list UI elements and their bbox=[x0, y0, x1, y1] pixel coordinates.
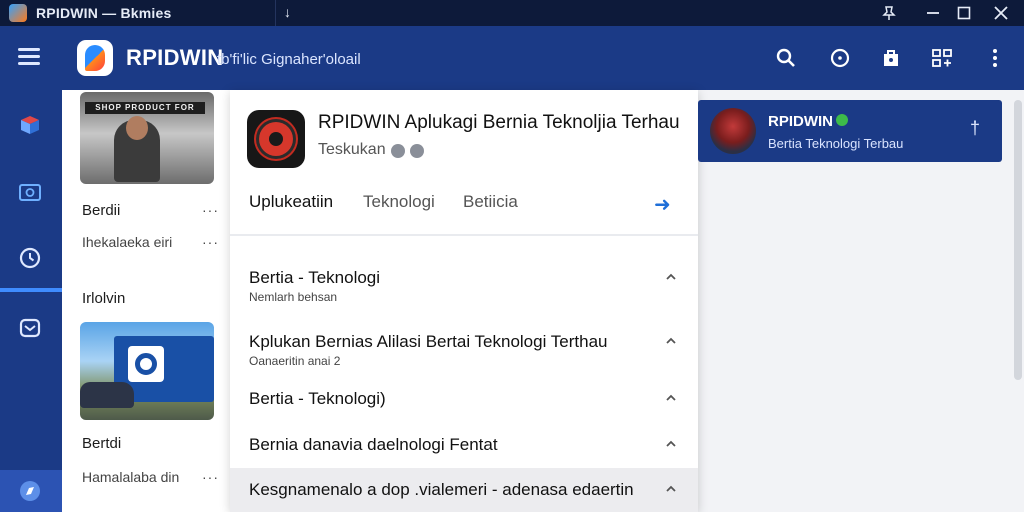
history-icon[interactable] bbox=[17, 245, 43, 271]
news-thumbnail[interactable]: SHOP PRODUCT FOR bbox=[80, 92, 214, 184]
maximize-button[interactable] bbox=[951, 1, 977, 25]
section-title: Irlolvin bbox=[82, 290, 126, 307]
card-title[interactable]: Bertdi bbox=[82, 435, 121, 452]
grid-icon[interactable] bbox=[930, 46, 954, 70]
brand-tagline: tb'fi'lic Gignaher'oloail bbox=[217, 51, 361, 68]
inbox-icon[interactable] bbox=[17, 315, 43, 341]
download-icon[interactable]: ↓ bbox=[284, 4, 291, 20]
pin-icon[interactable]: † bbox=[970, 118, 980, 139]
panel-title: RPIDWIN Aplukagi Bernia Teknoljia Terhau bbox=[318, 112, 680, 133]
verified-icon bbox=[391, 144, 405, 158]
channel-panel: RPIDWIN Aplukagi Bernia Teknoljia Terhau… bbox=[230, 90, 698, 512]
close-button[interactable] bbox=[988, 1, 1014, 25]
card-subtitle: Ihekalaeka eiri bbox=[82, 234, 173, 250]
tab-uplukeatiin[interactable]: Uplukeatiin bbox=[249, 192, 333, 212]
info-icon[interactable] bbox=[410, 144, 424, 158]
clock-icon[interactable] bbox=[828, 46, 852, 70]
more-horiz-icon[interactable]: ··· bbox=[202, 469, 219, 485]
chevron-up-icon[interactable] bbox=[664, 482, 678, 496]
news-card-list: SHOP PRODUCT FOR Berdii ··· Ihekalaeka e… bbox=[62, 90, 230, 512]
nav-active-indicator bbox=[0, 288, 62, 292]
more-horiz-icon[interactable]: ··· bbox=[202, 234, 219, 250]
more-horiz-icon[interactable]: ··· bbox=[202, 202, 219, 218]
divider bbox=[230, 234, 698, 236]
card-title[interactable]: Berdii bbox=[82, 202, 120, 219]
pin-icon[interactable] bbox=[876, 1, 902, 25]
chevron-up-icon[interactable] bbox=[664, 437, 678, 451]
cube-icon[interactable] bbox=[17, 112, 43, 138]
tab-teknologi[interactable]: Teknologi bbox=[363, 192, 435, 212]
brand-logo[interactable] bbox=[77, 40, 113, 76]
panel-tabs: Uplukeatiin Teknologi Betiicia ➜ bbox=[230, 190, 698, 236]
notification-title: RPIDWIN bbox=[768, 113, 833, 130]
list-item-title: Kesgnamenalo a dop .vialemeri - adenasa … bbox=[249, 480, 634, 499]
bag-icon[interactable] bbox=[879, 46, 903, 70]
arrow-right-icon[interactable]: ➜ bbox=[654, 192, 671, 217]
notification-card[interactable]: RPIDWIN Bertia Teknologi Terbau † bbox=[698, 100, 1002, 162]
scrollbar[interactable] bbox=[1014, 100, 1022, 380]
chevron-up-icon[interactable] bbox=[664, 334, 678, 348]
app-logo-icon bbox=[9, 4, 27, 22]
search-icon[interactable] bbox=[774, 46, 798, 70]
screen-icon[interactable] bbox=[17, 180, 43, 206]
card-subtitle: Hamalalaba din bbox=[82, 469, 180, 485]
nav-rail bbox=[0, 90, 62, 512]
avatar bbox=[710, 108, 756, 154]
minimize-button[interactable] bbox=[920, 1, 946, 25]
more-vert-icon[interactable] bbox=[983, 46, 1007, 70]
chevron-up-icon[interactable] bbox=[664, 270, 678, 284]
list-item-title: Bertia - Teknologi bbox=[249, 268, 381, 287]
app-header: RPIDWIN tb'fi'lic Gignaher'oloail bbox=[0, 26, 1024, 90]
explore-button[interactable] bbox=[0, 470, 62, 512]
news-thumbnail[interactable] bbox=[80, 322, 214, 420]
list-item-title: Bernia danavia daelnologi Fentat bbox=[249, 435, 498, 454]
chevron-up-icon[interactable] bbox=[664, 391, 678, 405]
list-item[interactable]: Kesgnamenalo a dop .vialemeri - adenasa … bbox=[230, 468, 698, 512]
list-item-title: Kplukan Bernias Alilasi Bertai Teknologi… bbox=[249, 332, 608, 351]
verified-icon bbox=[836, 114, 848, 126]
list-item-subtitle: Nemlarh behsan bbox=[249, 290, 338, 304]
panel-subtitle: Teskukan bbox=[318, 141, 386, 158]
menu-icon[interactable] bbox=[18, 48, 40, 66]
tab-betiicia[interactable]: Betiicia bbox=[463, 192, 518, 212]
brand-name: RPIDWIN bbox=[126, 45, 224, 70]
channel-avatar[interactable] bbox=[247, 110, 305, 168]
notification-subtitle: Bertia Teknologi Terbau bbox=[768, 136, 904, 151]
window-titlebar: RPIDWIN — Bkmies ↓ bbox=[0, 0, 1024, 26]
list-item-subtitle: Oanaeritin anai 2 bbox=[249, 354, 341, 368]
window-title: RPIDWIN — Bkmies bbox=[36, 5, 172, 21]
titlebar-divider bbox=[275, 0, 276, 26]
thumbnail-banner-text: SHOP PRODUCT FOR bbox=[85, 102, 205, 114]
list-item-title: Bertia - Teknologi) bbox=[249, 389, 386, 408]
